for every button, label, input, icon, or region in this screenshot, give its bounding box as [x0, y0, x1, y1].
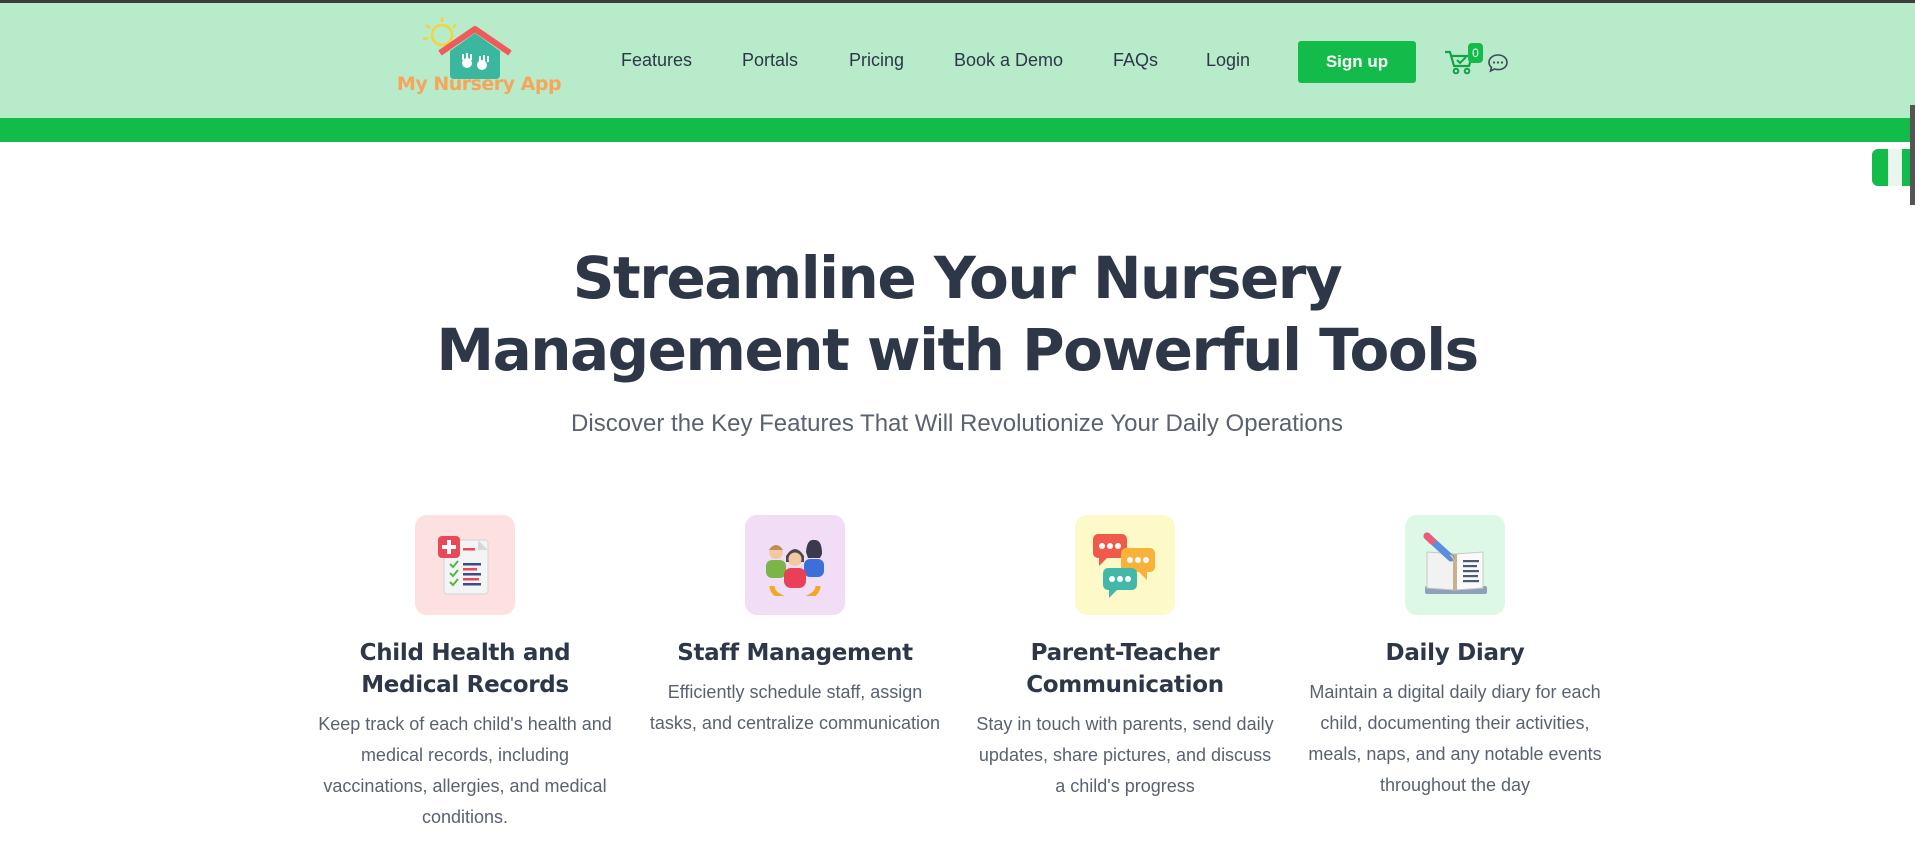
site-header: My Nursery App Features Portals Pricing … [0, 3, 1915, 118]
feature-description: Stay in touch with parents, send daily u… [976, 714, 1274, 796]
feature-title: Child Health and Medical Records [359, 640, 571, 698]
diary-icon [1423, 532, 1487, 594]
nav-book-a-demo[interactable]: Book a Demo [954, 50, 1063, 71]
chat-bubbles-icon [1093, 534, 1155, 598]
feature-icon-box [745, 515, 845, 615]
nav-login[interactable]: Login [1206, 50, 1250, 71]
brand-logo[interactable]: My Nursery App [392, 15, 562, 105]
signup-button[interactable]: Sign up [1298, 41, 1416, 83]
feature-icon-box [415, 515, 515, 615]
feature-description: Maintain a digital daily diary for each … [1308, 682, 1602, 795]
nav-features[interactable]: Features [621, 50, 692, 71]
feature-title: Staff Management [677, 640, 913, 666]
feature-card-health: Child Health and Medical Records Keep tr… [315, 515, 615, 833]
scrollbar-thumb[interactable] [1910, 105, 1915, 205]
hero-subtitle: Discover the Key Features That Will Revo… [571, 410, 1343, 437]
side-floating-tab[interactable] [1872, 149, 1915, 186]
team-icon [766, 539, 824, 596]
feature-card-staff: Staff Management Efficiently schedule st… [645, 515, 945, 739]
feature-icon-box [1075, 515, 1175, 615]
feature-card-diary: Daily Diary Maintain a digital daily dia… [1305, 515, 1605, 801]
feature-icon-box [1405, 515, 1505, 615]
feature-title: Parent-Teacher Communication [1026, 640, 1224, 698]
feature-description: Efficiently schedule staff, assign tasks… [649, 682, 941, 733]
nav-portals[interactable]: Portals [742, 50, 798, 71]
feature-description: Keep track of each child's health and me… [318, 714, 612, 827]
feature-title: Daily Diary [1385, 640, 1525, 666]
nav-faqs[interactable]: FAQs [1113, 50, 1158, 71]
medical-record-icon [438, 536, 489, 595]
hero-title-line2: Management with Powerful Tools [436, 316, 1479, 384]
chat-icon[interactable] [1487, 53, 1509, 73]
header-accent-band [0, 118, 1915, 142]
hero-title-line1: Streamline Your Nursery [572, 244, 1343, 312]
cart-count-badge: 0 [1468, 43, 1483, 63]
logo-text: My Nursery App [396, 73, 562, 95]
nav-pricing[interactable]: Pricing [849, 50, 904, 71]
feature-card-communication: Parent-Teacher Communication Stay in tou… [975, 515, 1275, 802]
hero-title: Streamline Your Nursery Management with … [357, 242, 1557, 386]
